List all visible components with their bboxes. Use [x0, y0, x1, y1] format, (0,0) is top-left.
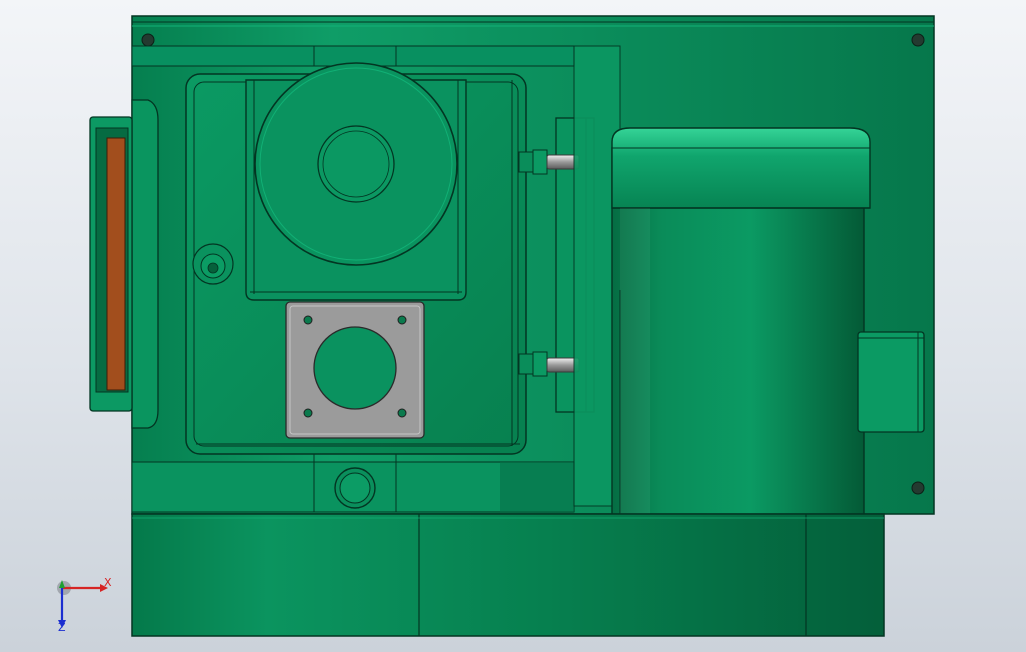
axis-x-label: X	[104, 576, 112, 589]
mount-hole-top-right	[911, 33, 925, 47]
motor-end-cap[interactable]	[611, 127, 871, 209]
drain-plug[interactable]	[339, 472, 371, 504]
base-frame[interactable]	[131, 513, 885, 637]
mount-hole-bottom-right	[911, 481, 925, 495]
side-cover-lip	[131, 99, 159, 429]
mount-hole-top-left	[141, 33, 155, 47]
gearbox-model[interactable]	[0, 0, 1026, 652]
side-gasket	[106, 137, 126, 391]
gear-hub[interactable]	[317, 125, 395, 203]
cad-viewport[interactable]: X Z	[0, 0, 1026, 652]
flange-bore	[313, 326, 397, 410]
axis-z-label: Z	[58, 621, 66, 634]
terminal-box[interactable]	[857, 331, 925, 433]
